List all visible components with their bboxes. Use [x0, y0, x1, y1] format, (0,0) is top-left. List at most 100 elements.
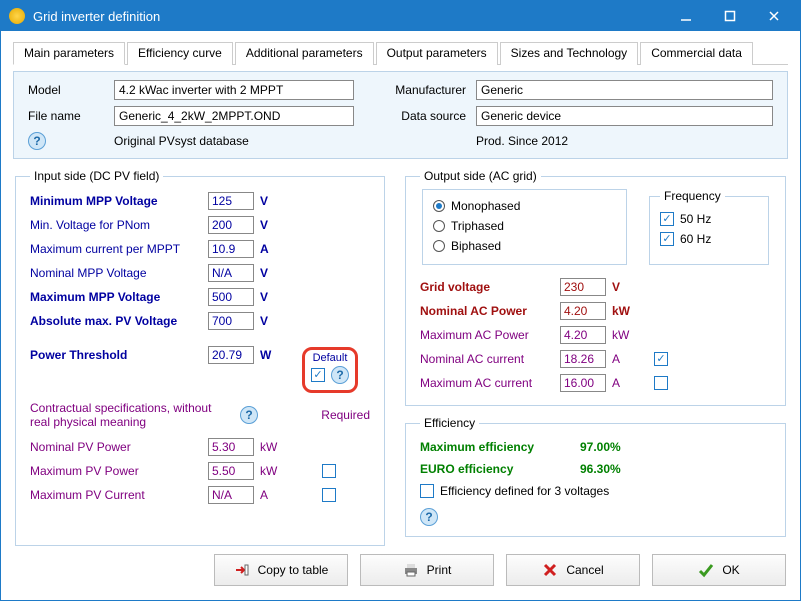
help-icon[interactable]: ? — [240, 406, 258, 424]
nom-mpp-input[interactable] — [208, 264, 254, 282]
output-side-legend: Output side (AC grid) — [420, 169, 541, 183]
nom-ac-p-label: Nominal AC Power — [420, 304, 560, 318]
minimize-button[interactable] — [664, 1, 708, 31]
nom-ac-i-checkbox[interactable] — [654, 352, 668, 366]
grid-voltage-label: Grid voltage — [420, 280, 560, 294]
contractual-label: Contractual specifications, without real… — [30, 401, 230, 429]
print-button[interactable]: Print — [360, 554, 494, 586]
min-pnom-label: Min. Voltage for PNom — [30, 218, 208, 232]
unit-v: V — [260, 314, 282, 328]
cancel-icon — [542, 562, 558, 578]
min-mpp-input[interactable] — [208, 192, 254, 210]
nom-mpp-label: Nominal MPP Voltage — [30, 266, 208, 280]
max-pv-i-required-checkbox[interactable] — [322, 488, 336, 502]
unit-a: A — [612, 352, 634, 366]
tab-efficiency-curve[interactable]: Efficiency curve — [127, 42, 233, 65]
abs-max-label: Absolute max. PV Voltage — [30, 314, 208, 328]
unit-a: A — [260, 488, 282, 502]
max-pv-p-required-checkbox[interactable] — [322, 464, 336, 478]
monophased-radio[interactable] — [433, 200, 445, 212]
max-mpp-label: Maximum MPP Voltage — [30, 290, 208, 304]
maximize-button[interactable] — [708, 1, 752, 31]
prod-since-label: Prod. Since 2012 — [476, 134, 773, 148]
file-label: File name — [28, 109, 108, 123]
min-mpp-label: Minimum MPP Voltage — [30, 194, 208, 208]
window-title: Grid inverter definition — [33, 9, 664, 24]
tab-strip: Main parameters Efficiency curve Additio… — [13, 41, 788, 65]
power-threshold-input[interactable] — [208, 346, 254, 364]
max-mpp-input[interactable] — [208, 288, 254, 306]
data-source-input[interactable] — [476, 106, 773, 126]
monophased-label: Monophased — [451, 199, 520, 213]
max-i-mppt-input[interactable] — [208, 240, 254, 258]
freq-60-checkbox[interactable] — [660, 232, 674, 246]
max-eff-label: Maximum efficiency — [420, 440, 580, 454]
tab-output-parameters[interactable]: Output parameters — [376, 42, 498, 65]
help-icon[interactable]: ? — [28, 132, 46, 150]
button-bar: Copy to table Print Cancel OK — [13, 546, 788, 594]
help-icon[interactable]: ? — [420, 508, 438, 526]
unit-a: A — [612, 376, 634, 390]
biphased-label: Biphased — [451, 239, 501, 253]
ok-icon — [698, 562, 714, 578]
eff-3v-checkbox[interactable] — [420, 484, 434, 498]
max-ac-i-input[interactable] — [560, 374, 606, 392]
nom-pv-p-input[interactable] — [208, 438, 254, 456]
euro-eff-value: 96.30% — [580, 462, 621, 476]
cancel-button[interactable]: Cancel — [506, 554, 640, 586]
model-input[interactable] — [114, 80, 354, 100]
input-side-legend: Input side (DC PV field) — [30, 169, 163, 183]
biphased-radio[interactable] — [433, 240, 445, 252]
unit-kw: kW — [612, 304, 634, 318]
power-threshold-label: Power Threshold — [30, 348, 208, 362]
max-ac-p-label: Maximum AC Power — [420, 328, 560, 342]
required-label: Required — [268, 408, 370, 422]
max-ac-i-label: Maximum AC current — [420, 376, 560, 390]
frequency-group: Frequency 50 Hz 60 Hz — [649, 189, 769, 265]
close-button[interactable] — [752, 1, 796, 31]
app-icon — [9, 8, 25, 24]
triphased-label: Triphased — [451, 219, 504, 233]
tab-additional-parameters[interactable]: Additional parameters — [235, 42, 374, 65]
nom-ac-i-input[interactable] — [560, 350, 606, 368]
max-ac-i-checkbox[interactable] — [654, 376, 668, 390]
ok-button[interactable]: OK — [652, 554, 786, 586]
grid-voltage-input[interactable] — [560, 278, 606, 296]
phase-group: Monophased Triphased Biphased — [422, 189, 627, 265]
max-pv-i-label: Maximum PV Current — [30, 488, 208, 502]
min-pnom-input[interactable] — [208, 216, 254, 234]
unit-v: V — [612, 280, 634, 294]
frequency-legend: Frequency — [660, 189, 725, 203]
max-pv-i-input[interactable] — [208, 486, 254, 504]
unit-v: V — [260, 266, 282, 280]
abs-max-input[interactable] — [208, 312, 254, 330]
default-box: Default ? — [302, 347, 358, 393]
unit-a: A — [260, 242, 282, 256]
original-db-label: Original PVsyst database — [114, 134, 354, 148]
max-ac-p-input[interactable] — [560, 326, 606, 344]
unit-v: V — [260, 218, 282, 232]
efficiency-group: Efficiency Maximum efficiency97.00% EURO… — [405, 416, 786, 537]
freq-50-checkbox[interactable] — [660, 212, 674, 226]
default-checkbox[interactable] — [311, 368, 325, 382]
unit-v: V — [260, 194, 282, 208]
nom-ac-p-input[interactable] — [560, 302, 606, 320]
max-pv-p-input[interactable] — [208, 462, 254, 480]
help-icon[interactable]: ? — [331, 366, 349, 384]
output-side-group: Output side (AC grid) Monophased Triphas… — [405, 169, 786, 406]
unit-kw: kW — [260, 464, 282, 478]
unit-v: V — [260, 290, 282, 304]
manufacturer-input[interactable] — [476, 80, 773, 100]
tab-sizes-technology[interactable]: Sizes and Technology — [500, 42, 639, 65]
data-source-label: Data source — [360, 109, 470, 123]
copy-to-table-button[interactable]: Copy to table — [214, 554, 348, 586]
file-input[interactable] — [114, 106, 354, 126]
unit-w: W — [260, 348, 282, 362]
nom-pv-p-label: Nominal PV Power — [30, 440, 208, 454]
unit-kw: kW — [260, 440, 282, 454]
tab-main-parameters[interactable]: Main parameters — [13, 42, 125, 65]
triphased-radio[interactable] — [433, 220, 445, 232]
print-icon — [403, 562, 419, 578]
max-eff-value: 97.00% — [580, 440, 621, 454]
tab-commercial-data[interactable]: Commercial data — [640, 42, 753, 65]
